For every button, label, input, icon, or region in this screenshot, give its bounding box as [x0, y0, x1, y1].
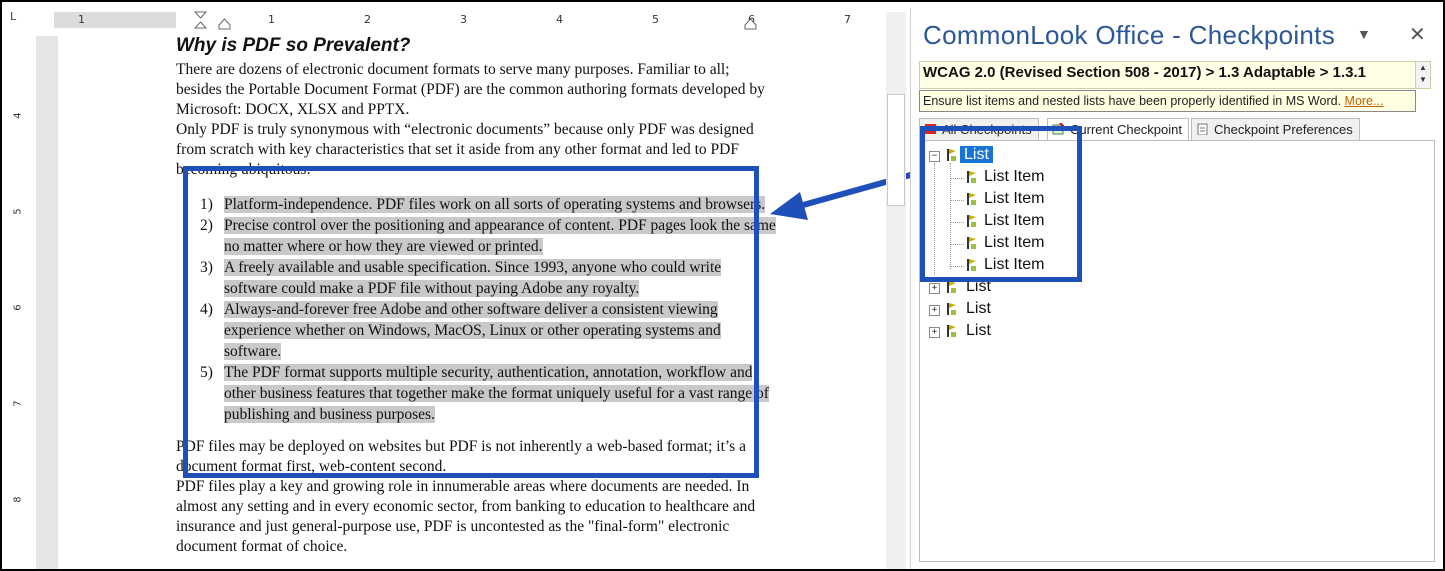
paragraph: PDF files play a key and growing role in…: [176, 478, 756, 555]
tooltip-text: Ensure list items and nested lists have …: [923, 94, 1342, 108]
ruler-number: 1: [268, 13, 275, 26]
list-callout-box: [183, 166, 759, 478]
expand-toggle-icon[interactable]: +: [929, 305, 940, 316]
preferences-icon: [1197, 123, 1208, 135]
tab-label: Current Checkpoint: [1070, 122, 1182, 137]
tab-checkpoint-preferences[interactable]: Checkpoint Preferences: [1191, 118, 1360, 140]
tree-callout-box: [920, 126, 1082, 282]
list-tag-icon: [947, 325, 956, 337]
node-label: List: [966, 300, 991, 317]
ruler-number: 7: [844, 13, 851, 26]
tree-node-list[interactable]: List: [966, 321, 991, 341]
ruler-number: 7: [12, 400, 24, 407]
list-tag-icon: [947, 303, 956, 315]
vertical-ruler[interactable]: 4 5 6 7 8: [12, 36, 28, 569]
screenshot-frame: L 1 1 2 3 4 5 6 7 4 5 6 7 8 Why is PDF s…: [0, 0, 1445, 571]
hanging-indent-icon[interactable]: [218, 18, 232, 30]
paragraph: There are dozens of electronic document …: [176, 61, 765, 118]
tree-node-list[interactable]: List: [966, 299, 991, 319]
close-icon[interactable]: ✕: [1409, 22, 1426, 47]
expand-toggle-icon[interactable]: +: [929, 283, 940, 294]
commonlook-panel: CommonLook Office - Checkpoints ▼ ✕ WCAG…: [910, 8, 1443, 569]
checkpoint-tooltip: Ensure list items and nested lists have …: [919, 90, 1416, 112]
checkpoint-selector[interactable]: WCAG 2.0 (Revised Section 508 - 2017) > …: [919, 61, 1431, 89]
panel-title: CommonLook Office - Checkpoints: [923, 20, 1335, 50]
ruler-number: 5: [12, 208, 24, 215]
more-link[interactable]: More...: [1345, 94, 1384, 108]
tab-label: Checkpoint Preferences: [1214, 122, 1353, 137]
ruler-number: 1: [78, 13, 85, 26]
ruler-number: 8: [12, 496, 24, 503]
ruler-number: 4: [12, 112, 24, 119]
triangle-down-icon[interactable]: ▼: [1357, 26, 1371, 42]
vertical-scrollbar[interactable]: [886, 12, 906, 569]
ruler-number: 5: [652, 13, 659, 26]
ruler-number: 2: [364, 13, 371, 26]
scrollbar-thumb[interactable]: [887, 94, 905, 206]
expand-toggle-icon[interactable]: +: [929, 327, 940, 338]
ruler-number: 6: [12, 304, 24, 311]
indent-marker-icon[interactable]: [194, 11, 208, 29]
horizontal-ruler[interactable]: 1 1 2 3 4 5 6 7: [54, 11, 876, 30]
list-tag-icon: [947, 281, 956, 293]
document-heading: Why is PDF so Prevalent?: [176, 35, 411, 56]
node-label: List: [966, 322, 991, 339]
ruler-number: 4: [556, 13, 563, 26]
ruler-number: 3: [460, 13, 467, 26]
checkpoint-path: WCAG 2.0 (Revised Section 508 - 2017) > …: [923, 64, 1366, 81]
tab-selector[interactable]: L: [10, 10, 26, 28]
checkpoint-spin-buttons[interactable]: ▲ ▼: [1415, 62, 1430, 88]
right-indent-icon[interactable]: [744, 18, 758, 30]
